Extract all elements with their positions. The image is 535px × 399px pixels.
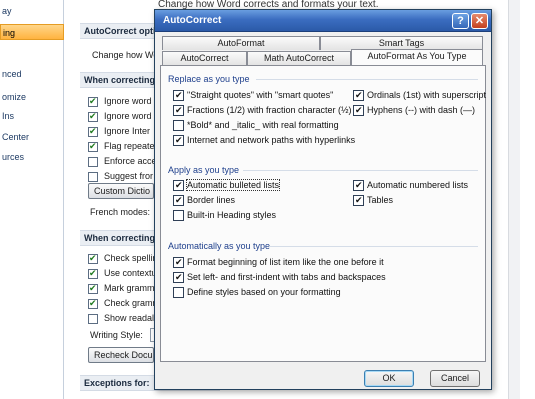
hyperlinks-label: Internet and network paths with hyperlin… [187, 135, 356, 145]
bulleted-lists-checkbox[interactable] [173, 179, 184, 191]
tab-autoformat[interactable]: AutoFormat [162, 36, 320, 50]
ok-button[interactable]: OK [364, 370, 414, 387]
define-styles-checkbox[interactable] [173, 287, 184, 298]
group-divider [243, 170, 478, 171]
change-how-word-text: Change how Wo [92, 50, 159, 60]
bold-italic-checkbox[interactable] [173, 120, 184, 131]
numbered-lists-label: Automatic numbered lists [367, 180, 469, 190]
tab-math-autocorrect[interactable]: Math AutoCorrect [247, 51, 351, 65]
bulleted-lists-label: Automatic bulleted lists [185, 179, 281, 191]
close-icon[interactable]: ✕ [471, 13, 488, 29]
tables-checkbox[interactable] [353, 194, 364, 206]
heading-styles-label: Built-in Heading styles [187, 210, 277, 220]
bg-checkbox[interactable] [88, 253, 98, 264]
tab-smart-tags[interactable]: Smart Tags [320, 36, 483, 50]
group-divider [269, 246, 478, 247]
straight-quotes-label: "Straight quotes" with "smart quotes" [187, 90, 334, 100]
bg-checkbox[interactable] [88, 111, 98, 122]
define-styles-label: Define styles based on your formatting [187, 287, 341, 297]
tables-label: Tables [367, 195, 394, 205]
dialog-title: AutoCorrect [163, 15, 222, 26]
hyperlinks-checkbox[interactable] [173, 134, 184, 146]
bg-checkbox-label: Ignore word [104, 96, 152, 106]
ordinals-checkbox[interactable] [353, 89, 364, 101]
autoformat-as-you-type-panel: Replace as you type "Straight quotes" wi… [160, 65, 486, 362]
recheck-document-button[interactable]: Recheck Docu [88, 347, 154, 363]
nav-item-display[interactable]: ay [0, 3, 64, 19]
bg-checkbox[interactable] [88, 283, 98, 294]
border-lines-checkbox[interactable] [173, 194, 184, 206]
nav-item-resources[interactable]: urces [0, 149, 64, 165]
nav-item-advanced[interactable]: nced [0, 66, 64, 82]
format-list-item-checkbox[interactable] [173, 256, 184, 268]
fractions-label: Fractions (1/2) with fraction character … [187, 105, 352, 115]
dialog-titlebar[interactable]: AutoCorrect ? ✕ [155, 10, 491, 32]
bold-italic-label: *Bold* and _italic_ with real formatting [187, 120, 339, 130]
custom-dictionaries-button[interactable]: Custom Dictio [88, 183, 154, 199]
bg-checkbox[interactable] [88, 268, 98, 279]
bg-checkbox[interactable] [88, 314, 98, 324]
bg-checkbox[interactable] [88, 157, 98, 167]
nav-item-trust-center[interactable]: Center [0, 129, 64, 145]
border-lines-label: Border lines [187, 195, 236, 205]
bg-checkbox[interactable] [88, 96, 98, 107]
options-nav: ay ing nced omize Ins Center urces [0, 0, 64, 399]
autocorrect-dialog: AutoCorrect ? ✕ AutoFormat Smart Tags Au… [154, 9, 492, 390]
auto-group-label: Automatically as you type [168, 241, 271, 251]
bg-checkbox[interactable] [88, 141, 98, 152]
indent-tabs-checkbox[interactable] [173, 271, 184, 283]
bg-checkbox-label: Use contextu [104, 268, 157, 278]
indent-tabs-label: Set left- and first-indent with tabs and… [187, 272, 386, 282]
bg-checkbox[interactable] [88, 298, 98, 309]
nav-item-proofing[interactable]: ing [0, 24, 64, 40]
french-modes-label: French modes: [90, 207, 151, 217]
numbered-lists-checkbox[interactable] [353, 179, 364, 191]
bg-checkbox-label: Enforce acce [104, 156, 157, 166]
tab-autocorrect[interactable]: AutoCorrect [162, 51, 247, 65]
bg-checkbox-label: Show readal [104, 313, 155, 323]
hyphens-label: Hyphens (--) with dash (—) [367, 105, 476, 115]
bg-checkbox-label: Ignore word [104, 111, 152, 121]
replace-group-label: Replace as you type [168, 74, 250, 84]
bg-checkbox[interactable] [88, 172, 98, 182]
cancel-button[interactable]: Cancel [430, 370, 480, 387]
bg-checkbox-label: Suggest fror [104, 171, 154, 181]
help-icon[interactable]: ? [452, 13, 469, 29]
bg-checkbox-label: Flag repeate [104, 141, 155, 151]
tab-autoformat-as-you-type[interactable]: AutoFormat As You Type [351, 49, 483, 65]
options-scrollbar[interactable] [508, 0, 520, 399]
hyphens-checkbox[interactable] [353, 104, 364, 116]
bg-checkbox-label: Mark gramm [104, 283, 155, 293]
ordinals-label: Ordinals (1st) with superscript [367, 90, 487, 100]
straight-quotes-checkbox[interactable] [173, 89, 184, 101]
nav-item-customize[interactable]: omize [0, 89, 64, 105]
writing-style-label: Writing Style: [90, 330, 143, 340]
bg-checkbox[interactable] [88, 126, 98, 137]
format-list-item-label: Format beginning of list item like the o… [187, 257, 384, 267]
nav-item-addins[interactable]: Ins [0, 108, 64, 124]
apply-group-label: Apply as you type [168, 165, 240, 175]
bg-checkbox-label: Check gramm [104, 298, 161, 308]
group-divider [256, 79, 478, 80]
bg-checkbox-label: Ignore Inter [104, 126, 151, 136]
bg-checkbox-label: Check spellin [104, 253, 158, 263]
fractions-checkbox[interactable] [173, 104, 184, 116]
heading-styles-checkbox[interactable] [173, 210, 184, 221]
